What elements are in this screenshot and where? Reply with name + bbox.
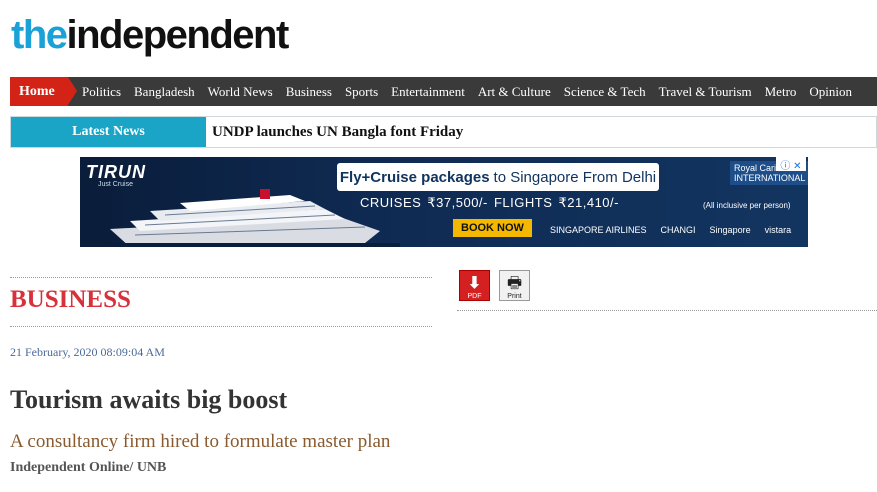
article-subhead: A consultancy firm hired to formulate ma… bbox=[10, 431, 391, 452]
ad-prices: CRUISES ₹37,500/- FLIGHTS ₹21,410/- bbox=[360, 195, 619, 210]
ad-offer-bold: Fly+Cruise packages bbox=[339, 168, 490, 186]
main-nav: Home Politics Bangladesh World News Busi… bbox=[10, 77, 877, 106]
divider-bottom-left bbox=[10, 326, 432, 327]
latest-news-bar: Latest News UNDP launches UN Bangla font… bbox=[10, 116, 877, 148]
print-button[interactable]: 🖶 Print bbox=[499, 270, 530, 301]
pdf-button[interactable]: ⬇ PDF bbox=[459, 270, 490, 301]
pdf-label: PDF bbox=[467, 293, 482, 300]
section-title[interactable]: BUSINESS bbox=[10, 286, 131, 314]
logo-independent: independent bbox=[66, 13, 290, 57]
nav-item-politics[interactable]: Politics bbox=[82, 77, 121, 106]
latest-news-label: Latest News bbox=[11, 117, 206, 147]
nav-items: Politics Bangladesh World News Business … bbox=[82, 77, 865, 106]
nav-item-opinion[interactable]: Opinion bbox=[809, 77, 852, 106]
nav-item-metro[interactable]: Metro bbox=[765, 77, 797, 106]
nav-item-world-news[interactable]: World News bbox=[208, 77, 273, 106]
partner-singapore: Singapore bbox=[709, 225, 751, 235]
pdf-icon: ⬇ bbox=[467, 275, 482, 292]
nav-item-entertainment[interactable]: Entertainment bbox=[391, 77, 465, 106]
nav-item-sports[interactable]: Sports bbox=[345, 77, 378, 106]
nav-item-science-tech[interactable]: Science & Tech bbox=[564, 77, 646, 106]
article-byline: Independent Online/ UNB bbox=[10, 460, 167, 475]
article-date: 21 February, 2020 08:09:04 AM bbox=[10, 345, 165, 359]
ad-offer-pill: Fly+Cruise packages to Singapore From De… bbox=[337, 163, 659, 191]
logo-the: the bbox=[11, 13, 68, 57]
ad-offer-rest: to Singapore From Delhi bbox=[493, 168, 657, 186]
site-logo[interactable]: theindependent bbox=[11, 12, 290, 58]
printer-icon: 🖶 bbox=[506, 275, 523, 292]
nav-home[interactable]: Home bbox=[10, 77, 77, 106]
divider-top-left bbox=[10, 277, 432, 278]
nav-item-travel-tourism[interactable]: Travel & Tourism bbox=[659, 77, 752, 106]
partner-changi: CHANGI bbox=[660, 225, 696, 235]
partner-vistara: vistara bbox=[764, 225, 792, 235]
nav-item-bangladesh[interactable]: Bangladesh bbox=[134, 77, 195, 106]
nav-item-business[interactable]: Business bbox=[286, 77, 332, 106]
ad-banner[interactable]: TIRUN Just Cruise Fly+Cruise packages to… bbox=[80, 157, 808, 247]
article-headline: Tourism awaits big boost bbox=[10, 385, 288, 414]
nav-item-art-culture[interactable]: Art & Culture bbox=[478, 77, 551, 106]
latest-news-headline[interactable]: UNDP launches UN Bangla font Friday bbox=[212, 124, 463, 141]
ad-all-inclusive: (All inclusive per person) bbox=[703, 201, 791, 210]
divider-right bbox=[457, 310, 877, 311]
ad-partners: SINGAPORE AIRLINES CHANGI Singapore vist… bbox=[550, 225, 791, 235]
ad-choices-icon[interactable]: ⓘ ✕ bbox=[776, 157, 806, 172]
partner-singapore-airlines: SINGAPORE AIRLINES bbox=[550, 225, 647, 235]
print-label: Print bbox=[507, 293, 522, 300]
book-now-button[interactable]: BOOK NOW bbox=[453, 219, 532, 237]
ad-brand: TIRUN bbox=[86, 162, 146, 182]
cruise-ship-image bbox=[110, 189, 400, 247]
